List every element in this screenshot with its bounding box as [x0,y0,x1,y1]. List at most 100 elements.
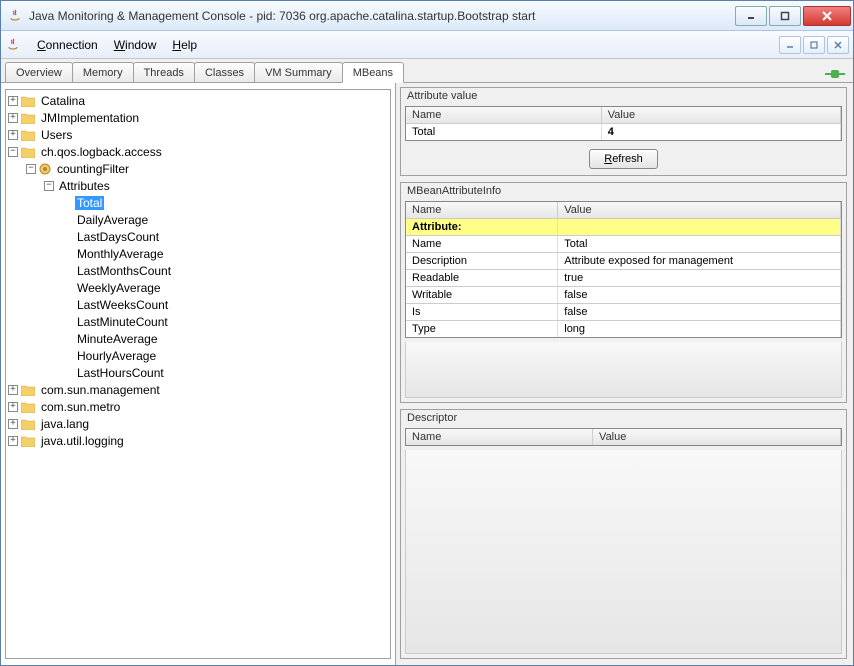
tab-threads[interactable]: Threads [133,62,195,82]
collapse-icon[interactable]: − [44,181,54,191]
tab-bar: OverviewMemoryThreadsClassesVM SummaryMB… [1,59,853,83]
tree-node-label[interactable]: ch.qos.logback.access [39,145,164,159]
tree-node[interactable]: LastMonthsCount [8,262,388,279]
close-button[interactable] [803,6,851,26]
menubar: Connection Window Help [1,31,853,59]
tab-memory[interactable]: Memory [72,62,134,82]
tree-node-label[interactable]: MinuteAverage [75,332,160,346]
tree-node[interactable]: − ch.qos.logback.access [8,143,388,160]
connected-icon [825,66,845,82]
attribute-value-table: Name Value Total 4 [405,106,842,141]
tree-node[interactable]: Total [8,194,388,211]
table-row[interactable]: Total 4 [406,124,841,140]
mbean-tree-panel: +Catalina+JMImplementation+Users−ch.qos.… [1,83,396,665]
tree-node-label[interactable]: Total [75,196,104,210]
tree-node[interactable]: + com.sun.metro [8,398,388,415]
inner-minimize-button[interactable] [779,36,801,54]
tab-classes[interactable]: Classes [194,62,255,82]
tree-node-label[interactable]: Attributes [57,179,112,193]
table-row[interactable]: NameTotal [406,236,841,253]
expand-icon[interactable]: + [8,96,18,106]
inner-close-button[interactable] [827,36,849,54]
tree-node[interactable]: MonthlyAverage [8,245,388,262]
tree-node-label[interactable]: com.sun.management [39,383,162,397]
table-row[interactable]: Writablefalse [406,287,841,304]
attribute-value-title: Attribute value [401,88,846,106]
java-icon [5,37,21,53]
tree-node[interactable]: + Catalina [8,92,388,109]
tree-node[interactable]: + Users [8,126,388,143]
menu-window[interactable]: Window [106,35,165,55]
tree-node[interactable]: + java.lang [8,415,388,432]
minimize-button[interactable] [735,6,767,26]
titlebar: Java Monitoring & Management Console - p… [1,1,853,31]
tab-overview[interactable]: Overview [5,62,73,82]
mbean-info-table: Name Value Attribute:NameTotalDescriptio… [405,201,842,338]
table-row[interactable]: Readabletrue [406,270,841,287]
expand-icon[interactable]: + [8,130,18,140]
table-row[interactable]: Isfalse [406,304,841,321]
tree-node-label[interactable]: Users [39,128,74,142]
mbean-tree[interactable]: +Catalina+JMImplementation+Users−ch.qos.… [5,89,391,659]
descriptor-title: Descriptor [401,410,846,428]
tree-node[interactable]: − countingFilter [8,160,388,177]
tree-node-label[interactable]: LastMinuteCount [75,315,170,329]
tree-node-label[interactable]: java.util.logging [39,434,126,448]
inner-maximize-button[interactable] [803,36,825,54]
menu-help[interactable]: Help [164,35,205,55]
tab-vm-summary[interactable]: VM Summary [254,62,343,82]
tree-node-label[interactable]: WeeklyAverage [75,281,163,295]
tree-node[interactable]: WeeklyAverage [8,279,388,296]
table-row[interactable]: DescriptionAttribute exposed for managem… [406,253,841,270]
tree-node-label[interactable]: java.lang [39,417,91,431]
tree-node-label[interactable]: countingFilter [55,162,131,176]
collapse-icon[interactable]: − [26,164,36,174]
table-row[interactable]: Typelong [406,321,841,337]
expand-icon[interactable]: + [8,419,18,429]
tree-node-label[interactable]: LastMonthsCount [75,264,173,278]
refresh-row: Refresh [401,145,846,175]
attribute-value-panel: Attribute value Name Value Total 4 Refre… [400,87,847,176]
table-header: Name Value [406,107,841,124]
tree-node-label[interactable]: LastWeeksCount [75,298,170,312]
mbean-info-panel: MBeanAttributeInfo Name Value Attribute:… [400,182,847,403]
table-header: Name Value [406,202,841,219]
tab-mbeans[interactable]: MBeans [342,62,404,83]
collapse-icon[interactable]: − [8,147,18,157]
tree-node[interactable]: LastHoursCount [8,364,388,381]
tree-node-label[interactable]: DailyAverage [75,213,150,227]
tree-node[interactable]: + com.sun.management [8,381,388,398]
expand-icon[interactable]: + [8,113,18,123]
refresh-button[interactable]: Refresh [589,149,658,169]
table-header: Name Value [406,429,841,445]
tree-node[interactable]: DailyAverage [8,211,388,228]
maximize-button[interactable] [769,6,801,26]
tree-node[interactable]: + JMImplementation [8,109,388,126]
tree-node-label[interactable]: JMImplementation [39,111,141,125]
table-row[interactable]: Attribute: [406,219,841,236]
tree-node[interactable]: LastDaysCount [8,228,388,245]
tree-node-label[interactable]: LastDaysCount [75,230,161,244]
descriptor-panel: Descriptor Name Value [400,409,847,659]
tree-node[interactable]: LastWeeksCount [8,296,388,313]
tree-node-label[interactable]: Catalina [39,94,87,108]
mbean-info-title: MBeanAttributeInfo [401,183,846,201]
expand-icon[interactable]: + [8,385,18,395]
tree-node-label[interactable]: com.sun.metro [39,400,122,414]
tree-node[interactable]: −Attributes [8,177,388,194]
tree-node-label[interactable]: MonthlyAverage [75,247,166,261]
tree-node-label[interactable]: LastHoursCount [75,366,166,380]
menu-connection[interactable]: Connection [29,35,106,55]
tree-node[interactable]: HourlyAverage [8,347,388,364]
tree-node[interactable]: LastMinuteCount [8,313,388,330]
tree-node[interactable]: + java.util.logging [8,432,388,449]
descriptor-table: Name Value [405,428,842,446]
window-title: Java Monitoring & Management Console - p… [29,9,735,23]
tree-node-label[interactable]: HourlyAverage [75,349,158,363]
window-buttons [735,6,851,26]
expand-icon[interactable]: + [8,402,18,412]
tree-node[interactable]: MinuteAverage [8,330,388,347]
expand-icon[interactable]: + [8,436,18,446]
detail-panel: Attribute value Name Value Total 4 Refre… [396,83,853,665]
jconsole-window: Java Monitoring & Management Console - p… [0,0,854,666]
